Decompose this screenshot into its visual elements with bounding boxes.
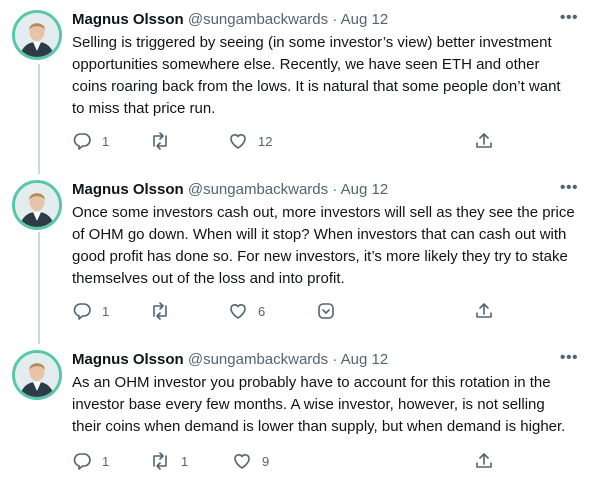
like-button[interactable]: 6 [228,300,265,322]
heart-icon [228,131,248,151]
tweet-text: Selling is triggered by seeing (in some … [72,32,587,120]
avatar[interactable] [12,180,62,230]
reply-icon [72,301,92,321]
reply-button[interactable]: 1 [72,300,109,322]
reply-button[interactable]: 1 [72,130,109,152]
heart-icon [232,451,252,471]
tweet-text-line: coins roaring back from the lows. It is … [72,78,561,95]
tweet-text-line: Selling is triggered by seeing (in some … [72,34,552,51]
reply-icon [72,451,92,471]
retweet-button[interactable] [149,300,181,322]
tweet-text-line: to miss that price run. [72,100,216,117]
like-button[interactable]: 12 [228,130,272,152]
tweet-actions: 1 12 [72,130,512,152]
share-icon [474,301,494,321]
tweet[interactable]: Magnus Olsson @sungambackwards · Aug 12 … [0,350,597,477]
share-button[interactable] [474,450,494,472]
tweet[interactable]: Magnus Olsson @sungambackwards · Aug 12 … [0,180,597,330]
reply-icon [72,131,92,151]
more-options-button[interactable]: ••• [557,350,581,370]
retweet-button[interactable] [149,130,181,152]
reply-count: 1 [102,453,110,469]
retweet-icon [149,451,171,471]
tip-button[interactable] [316,300,336,322]
tweet-text-line: of OHM go down. When will it stop? When … [72,226,567,243]
author-handle[interactable]: @sungambackwards [188,181,328,198]
tweet-actions: 1 6 [72,300,512,322]
like-count: 6 [258,303,266,319]
tweet-text-line: Once some investors cash out, more inves… [72,204,575,221]
retweet-button[interactable]: 1 [149,450,188,472]
reply-count: 1 [102,303,110,319]
tweet-date[interactable]: Aug 12 [341,351,389,368]
share-button[interactable] [474,300,494,322]
share-icon [474,451,494,471]
tweet-text: Once some investors cash out, more inves… [72,202,587,290]
tweet-text: As an OHM investor you probably have to … [72,372,587,438]
author-handle[interactable]: @sungambackwards [188,11,328,28]
tweet-text-line: their coins when demand is lower than su… [72,418,566,435]
author-name[interactable]: Magnus Olsson [72,181,184,198]
reply-count: 1 [102,133,110,149]
retweet-count: 1 [181,453,189,469]
tweet-text-line: As an OHM investor you probably have to … [72,374,551,391]
avatar[interactable] [12,10,62,60]
separator: · [332,351,338,368]
reply-button[interactable]: 1 [72,450,109,472]
tweet-actions: 1 1 9 [72,450,512,472]
tweet-text-line: opportunities somewhere else. Recently, … [72,56,540,73]
share-button[interactable] [474,130,494,152]
tweet-header: Magnus Olsson @sungambackwards · Aug 12 [72,180,388,200]
separator: · [332,11,338,28]
tweet-date[interactable]: Aug 12 [341,11,389,28]
retweet-icon [149,301,171,321]
tweet-text-line: investor base every few months. A wise i… [72,396,545,413]
tweet-header: Magnus Olsson @sungambackwards · Aug 12 [72,10,388,30]
heart-icon [228,301,248,321]
share-icon [474,131,494,151]
author-name[interactable]: Magnus Olsson [72,351,184,368]
tip-icon [316,301,336,321]
more-options-button[interactable]: ••• [557,10,581,30]
author-handle[interactable]: @sungambackwards [188,351,328,368]
avatar[interactable] [12,350,62,400]
like-button[interactable]: 9 [232,450,269,472]
like-count: 12 [258,133,273,149]
more-options-button[interactable]: ••• [557,180,581,200]
author-name[interactable]: Magnus Olsson [72,11,184,28]
tweet-date[interactable]: Aug 12 [341,181,389,198]
tweet-text-line: themselves out of the loss and into prof… [72,270,345,287]
like-count: 9 [262,453,270,469]
tweet[interactable]: Magnus Olsson @sungambackwards · Aug 12 … [0,10,597,160]
separator: · [332,181,338,198]
retweet-icon [149,131,171,151]
tweet-text-line: good profit has done so. For new investo… [72,248,568,265]
tweet-header: Magnus Olsson @sungambackwards · Aug 12 [72,350,388,370]
